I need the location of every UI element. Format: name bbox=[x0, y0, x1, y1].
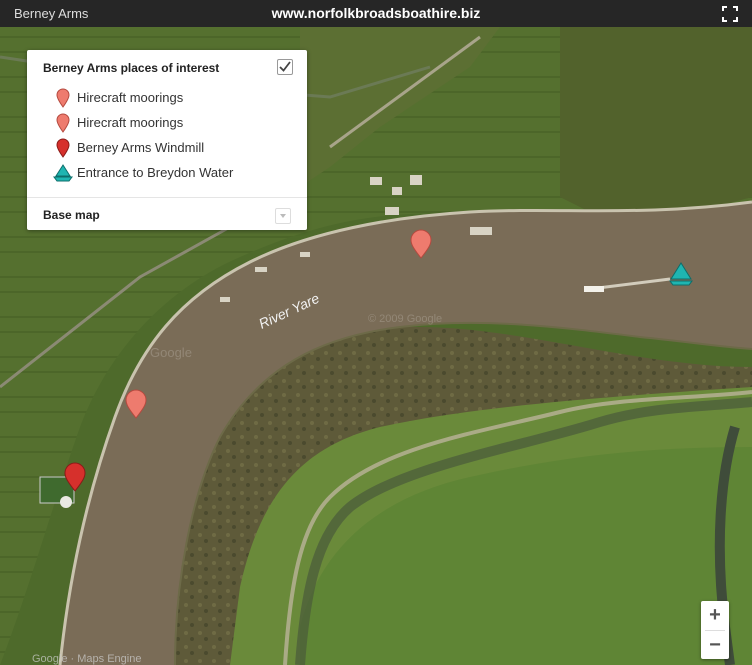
pin-icon bbox=[56, 138, 70, 158]
map-watermark: Google bbox=[150, 345, 192, 360]
map-attribution: Google · Maps Engine bbox=[32, 653, 142, 665]
pin-icon bbox=[56, 88, 70, 108]
layer-checkbox[interactable] bbox=[277, 59, 293, 75]
zoom-out-button[interactable]: − bbox=[701, 631, 729, 659]
legend-divider bbox=[27, 197, 307, 198]
map-embed: Berney Arms www.norfolkbroadsboathire.bi… bbox=[0, 0, 752, 665]
legend-item-label: Hirecraft moorings bbox=[77, 115, 184, 130]
sailboat-icon bbox=[53, 164, 73, 182]
legend-item-label: Entrance to Breydon Water bbox=[77, 165, 234, 180]
legend-panel: Berney Arms places of interest Hirecraft… bbox=[27, 50, 307, 230]
base-map-label[interactable]: Base map bbox=[43, 208, 100, 222]
zoom-in-button[interactable]: + bbox=[701, 601, 729, 629]
fullscreen-icon[interactable] bbox=[722, 6, 738, 22]
pin-icon bbox=[56, 113, 70, 133]
chevron-down-icon[interactable] bbox=[275, 208, 291, 224]
map-watermark-2: © 2009 Google bbox=[368, 313, 442, 325]
zoom-control: + − bbox=[701, 601, 729, 659]
header-bar: Berney Arms www.norfolkbroadsboathire.bi… bbox=[0, 0, 752, 27]
legend-item-label: Hirecraft moorings bbox=[77, 90, 184, 105]
legend-item-label: Berney Arms Windmill bbox=[77, 140, 205, 155]
site-url: www.norfolkbroadsboathire.biz bbox=[271, 5, 481, 21]
legend-heading: Berney Arms places of interest bbox=[43, 61, 220, 75]
